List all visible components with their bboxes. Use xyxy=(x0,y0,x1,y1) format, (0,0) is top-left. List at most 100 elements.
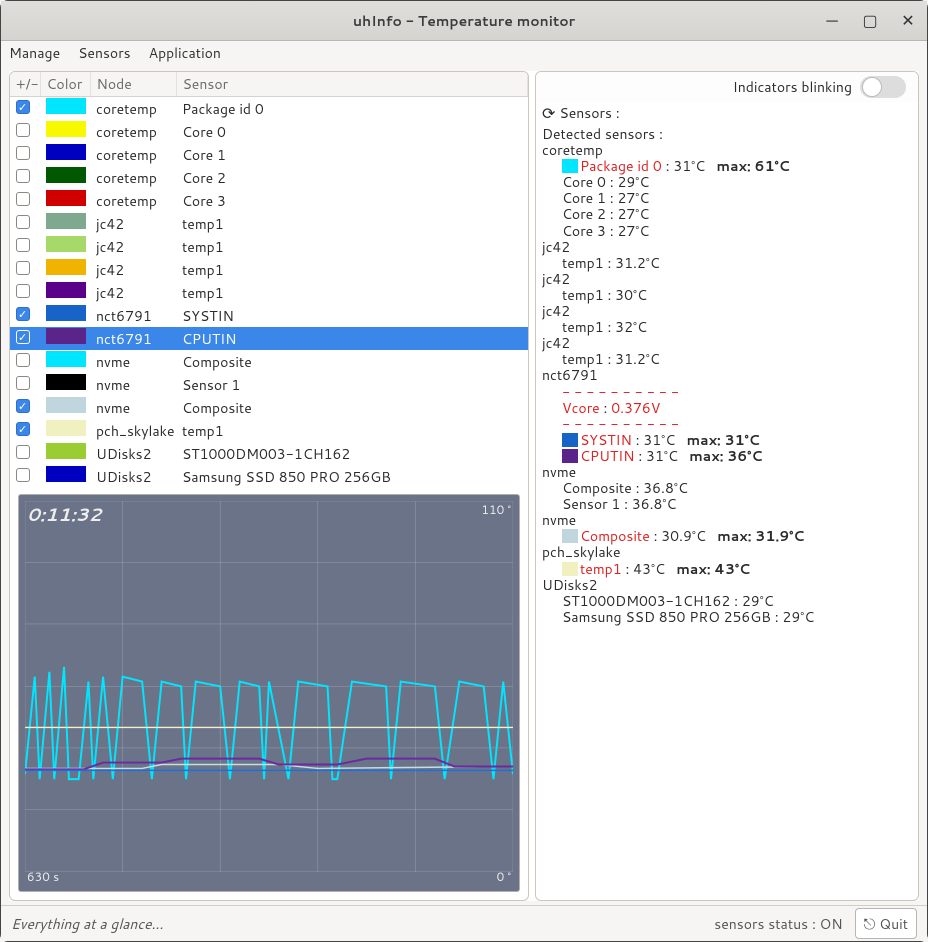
sensor-line: Sensor 1 : 36.8°C xyxy=(562,496,912,512)
color-swatch xyxy=(46,121,86,137)
blink-row: Indicators blinking xyxy=(536,72,918,102)
main-area: +/- Color Node Sensor coretempPackage id… xyxy=(9,71,919,901)
maximize-icon[interactable]: ▢ xyxy=(861,9,879,32)
menubar: Manage Sensors Application xyxy=(1,41,927,65)
menu-manage[interactable]: Manage xyxy=(9,43,60,63)
sensor-line: temp1 : 43°C max: 43°C xyxy=(562,561,912,577)
col-color[interactable]: Color xyxy=(40,72,90,97)
sensor-line: temp1 : 31.2°C xyxy=(562,351,912,367)
table-row[interactable]: coretempCore 0 xyxy=(10,120,528,143)
sensor-cell: temp1 xyxy=(176,212,528,235)
table-row[interactable]: coretempCore 1 xyxy=(10,143,528,166)
sensor-cell: CPUTIN xyxy=(176,327,528,350)
table-row[interactable]: jc42temp1 xyxy=(10,235,528,258)
graph-canvas xyxy=(25,501,513,872)
sensor-list[interactable]: +/- Color Node Sensor coretempPackage id… xyxy=(10,72,528,488)
table-row[interactable]: coretempPackage id 0 xyxy=(10,97,528,121)
color-swatch xyxy=(46,167,86,183)
sensor-cell: Core 3 xyxy=(176,189,528,212)
row-checkbox[interactable] xyxy=(16,468,30,482)
row-checkbox[interactable] xyxy=(16,261,30,275)
node-cell: jc42 xyxy=(90,212,176,235)
sensor-line: temp1 : 31.2°C xyxy=(562,255,912,271)
sensors-title: Sensors : xyxy=(559,103,619,123)
row-checkbox[interactable] xyxy=(16,215,30,229)
line-swatch xyxy=(562,433,578,447)
node-cell: pch_skylake xyxy=(90,419,176,442)
color-swatch xyxy=(46,282,86,298)
graph-deg-bot: 0 ° xyxy=(497,868,511,885)
node-cell: nct6791 xyxy=(90,327,176,350)
table-row[interactable]: jc42temp1 xyxy=(10,212,528,235)
table-row[interactable]: nvmeComposite xyxy=(10,396,528,419)
line-swatch xyxy=(562,449,578,463)
color-swatch xyxy=(46,236,86,252)
graph-seconds: 630 s xyxy=(27,868,59,885)
color-swatch xyxy=(46,259,86,275)
blink-toggle[interactable] xyxy=(860,76,906,98)
sensor-table: +/- Color Node Sensor coretempPackage id… xyxy=(10,72,528,488)
row-checkbox[interactable] xyxy=(16,376,30,390)
node-cell: nvme xyxy=(90,396,176,419)
status-sensors: sensors status : ON xyxy=(714,914,842,934)
table-row[interactable]: jc42temp1 xyxy=(10,281,528,304)
node-cell: nvme xyxy=(90,373,176,396)
color-swatch xyxy=(46,351,86,367)
color-swatch xyxy=(46,397,86,413)
node-cell: coretemp xyxy=(90,120,176,143)
table-row[interactable]: UDisks2ST1000DM003-1CH162 xyxy=(10,442,528,465)
sensors-header: ⟳ Sensors : xyxy=(536,102,918,124)
color-swatch xyxy=(46,443,86,459)
sensor-line: CPUTIN : 31°C max: 36°C xyxy=(562,448,912,464)
table-row[interactable]: jc42temp1 xyxy=(10,258,528,281)
sensor-cell: Core 0 xyxy=(176,120,528,143)
menu-application[interactable]: Application xyxy=(149,43,221,63)
quit-button[interactable]: ⎋ Quit xyxy=(855,908,917,939)
sensor-line: Samsung SSD 850 PRO 256GB : 29°C xyxy=(562,609,912,625)
table-row[interactable]: nvmeSensor 1 xyxy=(10,373,528,396)
row-checkbox[interactable] xyxy=(16,399,30,413)
color-swatch xyxy=(46,305,86,321)
table-row[interactable]: coretempCore 2 xyxy=(10,166,528,189)
col-toggle[interactable]: +/- xyxy=(10,72,40,97)
row-checkbox[interactable] xyxy=(16,146,30,160)
row-checkbox[interactable] xyxy=(16,330,30,344)
table-row[interactable]: coretempCore 3 xyxy=(10,189,528,212)
node-cell: coretemp xyxy=(90,166,176,189)
menu-sensors[interactable]: Sensors xyxy=(78,43,131,63)
sensor-cell: Core 1 xyxy=(176,143,528,166)
node-cell: UDisks2 xyxy=(90,465,176,488)
table-row[interactable]: nvmeComposite xyxy=(10,350,528,373)
sensor-cell: Composite xyxy=(176,396,528,419)
row-checkbox[interactable] xyxy=(16,123,30,137)
node-cell: nvme xyxy=(90,350,176,373)
table-row[interactable]: nct6791SYSTIN xyxy=(10,304,528,327)
color-swatch xyxy=(46,466,86,482)
minimize-icon[interactable]: ─ xyxy=(823,9,841,32)
color-swatch xyxy=(46,374,86,390)
left-pane: +/- Color Node Sensor coretempPackage id… xyxy=(9,71,529,901)
row-checkbox[interactable] xyxy=(16,307,30,321)
row-checkbox[interactable] xyxy=(16,422,30,436)
close-icon[interactable]: ✕ xyxy=(899,9,917,32)
row-checkbox[interactable] xyxy=(16,192,30,206)
row-checkbox[interactable] xyxy=(16,169,30,183)
refresh-icon[interactable]: ⟳ xyxy=(542,102,555,125)
row-checkbox[interactable] xyxy=(16,445,30,459)
sensor-line: temp1 : 32°C xyxy=(562,319,912,335)
quit-label: Quit xyxy=(879,914,908,934)
sensor-cell: Core 2 xyxy=(176,166,528,189)
col-node[interactable]: Node xyxy=(90,72,176,97)
row-checkbox[interactable] xyxy=(16,238,30,252)
node-cell: coretemp xyxy=(90,143,176,166)
window-controls: ─ ▢ ✕ xyxy=(823,1,917,40)
table-row[interactable]: pch_skylaketemp1 xyxy=(10,419,528,442)
sensors-readout[interactable]: Detected sensors : coretempPackage id 0 … xyxy=(536,124,918,900)
color-swatch xyxy=(46,144,86,160)
row-checkbox[interactable] xyxy=(16,100,30,114)
row-checkbox[interactable] xyxy=(16,353,30,367)
table-row[interactable]: nct6791CPUTIN xyxy=(10,327,528,350)
table-row[interactable]: UDisks2Samsung SSD 850 PRO 256GB xyxy=(10,465,528,488)
col-sensor[interactable]: Sensor xyxy=(176,72,528,97)
row-checkbox[interactable] xyxy=(16,284,30,298)
